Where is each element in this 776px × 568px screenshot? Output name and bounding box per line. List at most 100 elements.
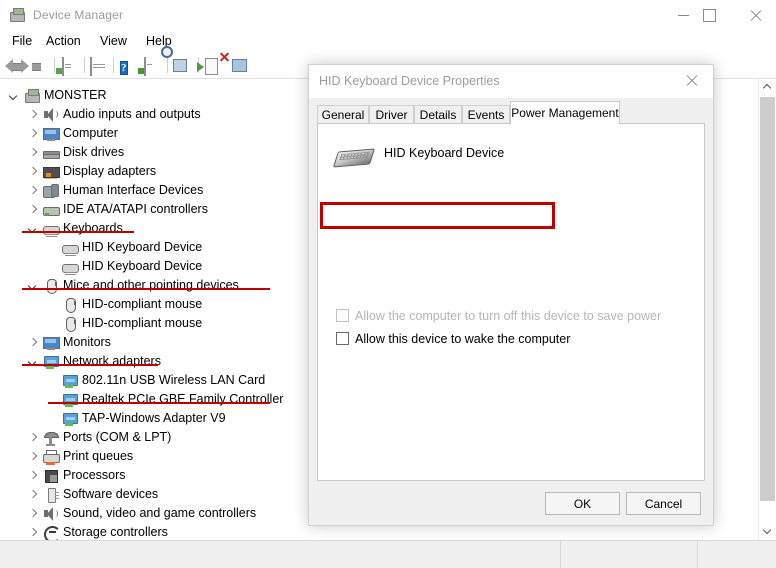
tree-item-label: Print queues <box>63 449 134 463</box>
chevron-right-icon[interactable] <box>27 432 39 444</box>
tree-item-label: Network adapters <box>63 354 161 368</box>
tree-item-label: Ports (COM & LPT) <box>63 430 172 444</box>
chevron-down-icon[interactable] <box>27 223 39 235</box>
tree-item-label: HID-compliant mouse <box>82 297 203 311</box>
properties-icon <box>90 57 105 76</box>
scrollbar-thumb[interactable] <box>760 97 775 501</box>
port-icon <box>43 430 59 446</box>
underline-realtek <box>48 402 270 404</box>
device-manager-icon <box>9 6 27 24</box>
tab-power-management[interactable]: Power Management <box>510 101 620 124</box>
highlight-wake-checkbox <box>320 202 555 229</box>
chevron-right-icon[interactable] <box>27 204 39 216</box>
action-pane-icon <box>138 57 152 76</box>
speaker-icon <box>43 506 59 522</box>
show-hide-action-pane[interactable] <box>138 55 164 76</box>
window-title: Device Manager <box>33 8 124 22</box>
status-secondary <box>560 541 698 568</box>
tree-item-label: Monitors <box>63 335 111 349</box>
chevron-right-icon[interactable] <box>27 527 39 539</box>
chevron-right-icon[interactable] <box>27 508 39 520</box>
tree-item-label: HID Keyboard Device <box>82 259 203 273</box>
tab-driver[interactable]: Driver <box>369 105 414 124</box>
dialog-titlebar: HID Keyboard Device Properties <box>309 65 713 98</box>
status-main <box>0 541 560 568</box>
allow-turn-off-checkbox: Allow the computer to turn off this devi… <box>336 307 661 324</box>
properties-button[interactable] <box>88 55 110 76</box>
monitor-icon <box>43 335 60 351</box>
chevron-right-icon[interactable] <box>27 128 39 140</box>
device-name-label: HID Keyboard Device <box>384 146 505 160</box>
menu-action[interactable]: Action <box>40 32 87 50</box>
forward-button[interactable] <box>21 55 50 76</box>
show-hide-console-tree[interactable] <box>56 55 82 76</box>
dialog-title: HID Keyboard Device Properties <box>319 74 500 88</box>
chevron-right-icon[interactable] <box>27 147 39 159</box>
tree-item-label: HID Keyboard Device <box>82 240 203 254</box>
scroll-down-arrow-icon <box>764 528 771 535</box>
tab-general[interactable]: General <box>317 105 369 124</box>
tree-item-label: Audio inputs and outputs <box>63 107 201 121</box>
dialog-tabstrip[interactable]: General Driver Details Events Power Manageme… <box>317 101 705 124</box>
tree-item-label: Disk drives <box>63 145 125 159</box>
tree-item-label: HID-compliant mouse <box>82 316 203 330</box>
chevron-down-icon[interactable] <box>27 280 39 292</box>
tree-item-label: 802.11n USB Wireless LAN Card <box>82 373 266 387</box>
cancel-button[interactable]: Cancel <box>626 492 701 515</box>
tree-item-label: Processors <box>63 468 126 482</box>
tree-item-label: MONSTER <box>44 88 107 102</box>
tree-vertical-scrollbar[interactable] <box>758 79 776 540</box>
computer-root-icon <box>24 88 40 104</box>
chevron-down-icon[interactable] <box>27 356 39 368</box>
chevron-right-icon[interactable] <box>27 337 39 349</box>
allow-wake-checkbox[interactable]: Allow this device to wake the computer <box>336 330 570 347</box>
disk-drive-icon <box>43 145 60 161</box>
scroll-up-button[interactable] <box>759 79 776 96</box>
chevron-right-icon[interactable] <box>27 185 39 197</box>
uninstall-device-button[interactable] <box>219 52 251 76</box>
hid-icon <box>43 183 59 199</box>
tab-events[interactable]: Events <box>462 105 510 124</box>
keyboard-icon <box>43 221 60 237</box>
chevron-down-icon[interactable] <box>8 90 20 102</box>
maximize-button[interactable] <box>686 0 732 30</box>
help-icon: ? <box>120 61 128 75</box>
close-icon <box>749 9 762 22</box>
power-management-panel: HID Keyboard Device Allow the computer t… <box>317 123 705 481</box>
scan-hardware-changes[interactable] <box>161 46 194 76</box>
close-button[interactable] <box>732 0 776 30</box>
separator-4 <box>167 57 168 73</box>
chevron-right-icon[interactable] <box>27 451 39 463</box>
keyboard-icon <box>62 240 79 256</box>
underline-mice <box>22 288 270 290</box>
dialog-close-button[interactable] <box>669 65 713 96</box>
network-adapter-icon <box>62 392 78 408</box>
separator-1 <box>54 57 55 73</box>
processor-icon <box>43 468 59 484</box>
chevron-right-icon[interactable] <box>27 109 39 121</box>
allow-wake-checkbox-box[interactable] <box>336 332 349 345</box>
separator-2 <box>84 57 85 73</box>
chevron-right-icon[interactable] <box>27 166 39 178</box>
scroll-down-button[interactable] <box>759 523 776 540</box>
allow-turn-off-checkbox-label: Allow the computer to turn off this devi… <box>355 308 662 323</box>
device-manager-window: Device Manager File Action View Help ? MONS… <box>0 0 776 568</box>
allow-turn-off-checkbox-box <box>336 309 349 322</box>
tree-item-label: TAP-Windows Adapter V9 <box>82 411 226 425</box>
tree-item-label: Computer <box>63 126 118 140</box>
tree-item-label: Realtek PCIe GBE Family Controller <box>82 392 284 406</box>
underline-network <box>22 364 158 366</box>
display-adapter-icon <box>43 164 60 180</box>
help-button[interactable]: ? <box>118 55 140 76</box>
status-tertiary <box>697 541 776 568</box>
menu-file[interactable]: File <box>6 32 38 50</box>
console-tree-icon <box>56 57 71 76</box>
tab-details[interactable]: Details <box>414 105 462 124</box>
tree-item-label: Human Interface Devices <box>63 183 204 197</box>
device-properties-dialog: HID Keyboard Device Properties General Dr… <box>308 64 714 526</box>
menu-view[interactable]: View <box>94 32 133 50</box>
chevron-right-icon[interactable] <box>27 489 39 501</box>
menu-help[interactable]: Help <box>140 32 178 50</box>
ok-button[interactable]: OK <box>545 492 620 515</box>
chevron-right-icon[interactable] <box>27 470 39 482</box>
